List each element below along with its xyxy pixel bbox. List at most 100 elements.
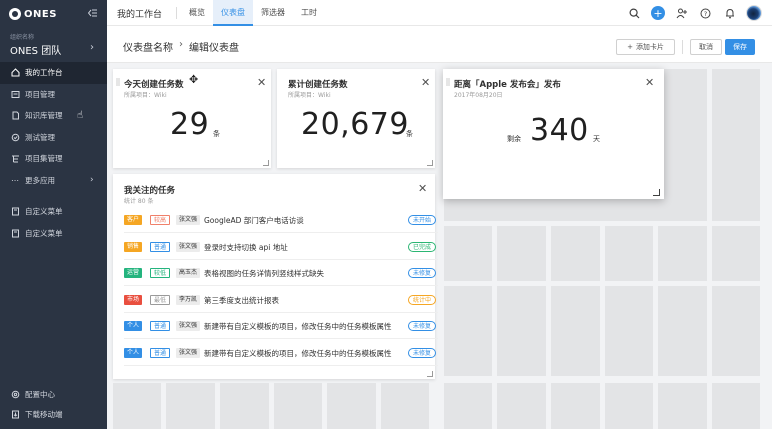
task-title[interactable]: 表格视图的任务详情列竖线样式缺失 (204, 268, 400, 279)
sidebar-item-program[interactable]: 项目集管理 (0, 148, 107, 170)
card-title: 累计创建任务数 (288, 80, 348, 90)
task-title[interactable]: 登录时支持切换 api 地址 (204, 242, 400, 253)
card-my-tasks[interactable]: 我关注的任务 统计 80 条 ✕ 客户 较高 张文强 GoogleAD 部门客户电话访… (113, 174, 438, 379)
grid-placeholder (444, 383, 492, 429)
avatar[interactable] (746, 5, 762, 21)
sidebar-item-download[interactable]: 下载移动端 (0, 404, 107, 424)
type-tag: 运营 (124, 268, 143, 278)
drag-handle-icon[interactable] (446, 78, 450, 86)
sidebar-item-label: 知识库管理 (25, 111, 63, 121)
table-row[interactable]: 运营 较低 高玉杰 表格视图的任务详情列竖线样式缺失 未修复 (124, 260, 438, 286)
add-member-icon[interactable] (674, 6, 689, 21)
book-icon (10, 111, 20, 121)
settings-icon (10, 389, 20, 399)
grid-placeholder (712, 226, 760, 281)
card-title: 今天创建任务数 (124, 80, 184, 90)
sidebar-item-label: 自定义菜单 (25, 207, 63, 217)
close-icon[interactable]: ✕ (421, 76, 430, 89)
assignee: 张文强 (176, 347, 201, 358)
unit-label: 天 (593, 135, 600, 143)
program-icon (10, 154, 20, 164)
sidebar-item-label: 自定义菜单 (25, 228, 63, 238)
task-title[interactable]: GoogleAD 部门客户电话访谈 (204, 215, 400, 226)
days-remaining: 340 (530, 113, 589, 148)
unit-label: 条 (213, 130, 220, 138)
assignee: 张文强 (176, 215, 201, 225)
sidebar-item-more-apps[interactable]: ⋯ 更多应用 › (0, 170, 107, 192)
card-subtitle: 2017年08月20日 (454, 92, 503, 99)
grid-placeholder (444, 226, 492, 281)
assignee: 高玉杰 (176, 268, 201, 278)
total-count: 20,679 (301, 107, 409, 142)
tab-filter[interactable]: 筛选器 (253, 0, 293, 26)
bookmark-icon (10, 228, 20, 238)
resize-handle-icon[interactable] (263, 160, 269, 166)
card-today-tasks[interactable]: 今天创建任务数 所属项目：Wiki ✥ ✕ 29 条 (113, 69, 271, 168)
add-card-button[interactable]: + 添加卡片 (616, 39, 675, 55)
type-tag: 客户 (124, 215, 143, 225)
chevron-right-icon[interactable]: › (90, 42, 94, 53)
close-icon[interactable]: ✕ (418, 182, 427, 195)
task-title[interactable]: 第三季度支出统计报表 (204, 295, 400, 306)
resize-handle-icon[interactable] (653, 189, 660, 196)
sidebar-item-label: 更多应用 (25, 175, 55, 185)
sidebar: ONES 组织名称 ONES 团队 › 我的工作台 项目管理 知识库管理 ☝ 测… (0, 0, 107, 429)
table-row[interactable]: 客户 较高 张文强 GoogleAD 部门客户电话访谈 未开始 (124, 207, 438, 233)
sidebar-item-custom-menu-1[interactable]: 自定义菜单 (0, 201, 107, 223)
type-tag: 个人 (124, 321, 143, 331)
card-subtitle: 统计 80 条 (124, 198, 154, 205)
table-row[interactable]: 个人 普通 张文强 新建带有自定义模板的项目，修改任务中的任务模板属性 未修复 (124, 340, 438, 366)
type-tag: 市场 (124, 294, 143, 305)
sidebar-item-wiki[interactable]: 知识库管理 ☝ (0, 105, 107, 127)
close-icon[interactable]: ✕ (257, 76, 266, 89)
search-icon[interactable] (627, 6, 642, 21)
sidebar-nav: 我的工作台 项目管理 知识库管理 ☝ 测试管理 项目集管理 ⋯ 更多应用 › 自… (0, 62, 107, 244)
cancel-button[interactable]: 取消 (690, 39, 722, 55)
card-countdown[interactable]: 距离「Apple 发布会」发布 2017年08月20日 ✕ 剩余 340 天 (443, 69, 664, 199)
card-total-tasks[interactable]: 累计创建任务数 所属项目：Wiki ✕ 20,679 条 (277, 69, 435, 168)
folder-icon (10, 89, 20, 99)
grid-placeholder (712, 286, 760, 376)
tab-overview[interactable]: 概览 (181, 0, 213, 26)
grid-placeholder (658, 226, 707, 281)
sidebar-item-custom-menu-2[interactable]: 自定义菜单 (0, 223, 107, 245)
sidebar-item-project[interactable]: 项目管理 (0, 84, 107, 106)
breadcrumb-bar: 仪表盘名称 › 编辑仪表盘 + 添加卡片 取消 保存 (107, 26, 772, 63)
priority-badge: 普通 (150, 321, 171, 331)
grid-placeholder (658, 383, 707, 429)
org-name[interactable]: ONES 团队 (10, 42, 61, 57)
chevron-right-icon: › (179, 39, 183, 50)
collapse-sidebar-icon[interactable] (87, 9, 97, 19)
grid-placeholder (497, 226, 546, 281)
help-icon[interactable]: ? (698, 6, 713, 21)
resize-handle-icon[interactable] (427, 371, 433, 377)
divider (176, 7, 177, 19)
sidebar-item-label: 下载移动端 (25, 409, 63, 419)
ones-logo[interactable]: ONES (9, 7, 57, 21)
grid-placeholder (551, 286, 600, 376)
table-row[interactable]: 个人 普通 张文强 新建带有自定义模板的项目，修改任务中的任务模板属性 未修复 (124, 313, 438, 339)
drag-handle-icon[interactable] (116, 78, 120, 86)
task-title[interactable]: 新建带有自定义模板的项目，修改任务中的任务模板属性 (204, 348, 400, 359)
sidebar-item-workbench[interactable]: 我的工作台 (0, 62, 107, 84)
resize-handle-icon[interactable] (427, 160, 433, 166)
status-badge: 未修复 (407, 347, 436, 358)
sidebar-item-settings[interactable]: 配置中心 (0, 384, 107, 404)
bell-icon[interactable] (722, 6, 737, 21)
tab-dashboard[interactable]: 仪表盘 (213, 0, 253, 26)
task-title[interactable]: 新建带有自定义模板的项目，修改任务中的任务模板属性 (204, 321, 400, 332)
save-button[interactable]: 保存 (725, 39, 755, 55)
table-row[interactable]: 市场 最低 李万凯 第三季度支出统计报表 统计中 (124, 287, 438, 313)
grid-placeholder (444, 286, 492, 376)
sidebar-item-testing[interactable]: 测试管理 (0, 127, 107, 149)
top-actions: + ? (627, 5, 762, 21)
breadcrumb-parent[interactable]: 仪表盘名称 (123, 39, 173, 54)
tab-worktime[interactable]: 工时 (293, 0, 325, 26)
close-icon[interactable]: ✕ (645, 76, 654, 89)
add-icon[interactable]: + (651, 6, 665, 20)
grid-placeholder (712, 383, 760, 429)
grid-placeholder (551, 383, 600, 429)
status-badge: 统计中 (407, 294, 436, 305)
today-count: 29 (170, 107, 210, 142)
table-row[interactable]: 销售 普通 张文强 登录时支持切换 api 地址 已完成 (124, 234, 438, 260)
